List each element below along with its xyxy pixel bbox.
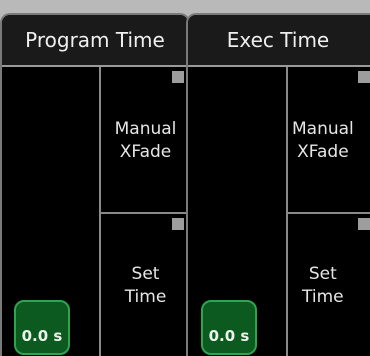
status-indicator-icon [358, 218, 370, 230]
manual-xfade-button[interactable]: Manual XFade [101, 67, 188, 214]
manual-xfade-label: Manual XFade [114, 118, 177, 162]
status-indicator-icon [172, 71, 184, 83]
exec-time-value-button[interactable]: 0.0 s [201, 300, 257, 355]
set-time-label: Set Time [124, 264, 167, 307]
set-time-button[interactable]: Set Time [101, 214, 188, 356]
status-indicator-icon [358, 71, 370, 83]
exec-time-header: Exec Time [188, 15, 370, 67]
status-indicator-icon [172, 218, 184, 230]
set-time-label: Set Time [302, 264, 344, 307]
manual-xfade-label: Manual XFade [292, 118, 354, 162]
manual-xfade-button[interactable]: Manual XFade [288, 67, 370, 214]
program-time-panel: Program Time Manual XFade Set Time 0.0 s [0, 13, 190, 356]
program-time-header: Program Time [2, 15, 188, 67]
set-time-button[interactable]: Set Time [288, 214, 370, 356]
program-time-value-button[interactable]: 0.0 s [14, 300, 70, 355]
exec-time-panel: Exec Time Manual XFade Set Time 0.0 s [186, 13, 370, 356]
